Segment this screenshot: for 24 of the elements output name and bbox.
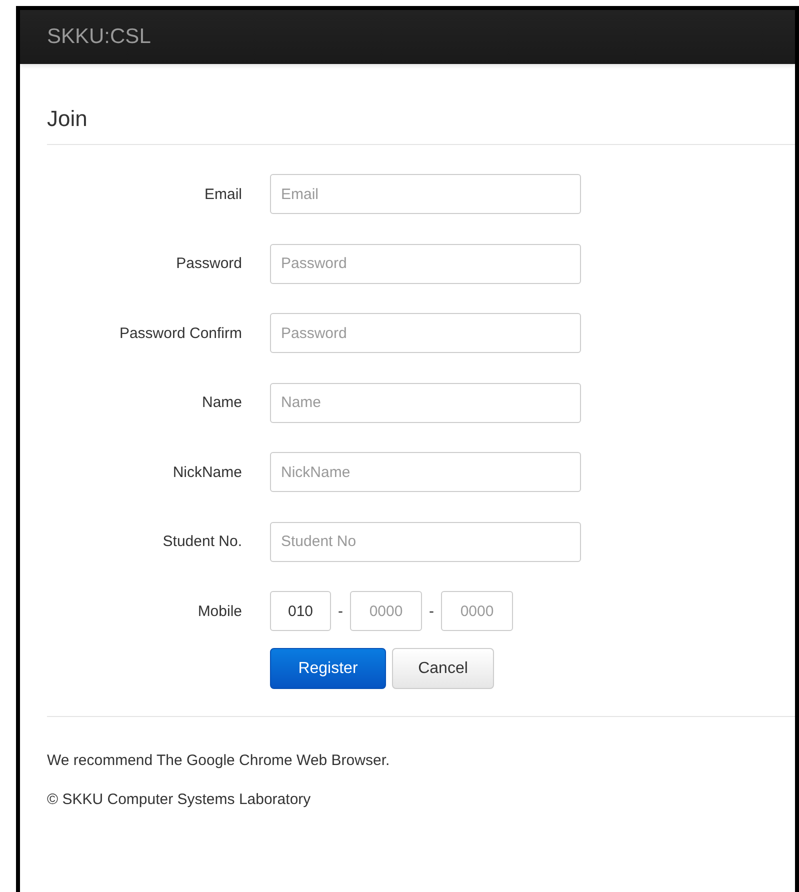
input-field[interactable]: Password <box>270 244 581 284</box>
footer-text: We recommend The Google Chrome Web Browser. <box>47 752 391 769</box>
separator: - <box>428 602 435 620</box>
input-field[interactable]: NickName <box>270 452 581 492</box>
field-label: NickName <box>172 464 243 480</box>
field-label: Password Confirm <box>118 324 243 342</box>
footer-text: © SKKU Computer Systems Laboratory <box>47 791 312 808</box>
separator: - <box>337 602 344 620</box>
input-field[interactable]: 0000 <box>350 591 422 631</box>
page-heading: Join <box>47 105 88 133</box>
cancel-button[interactable]: Cancel <box>392 648 494 689</box>
input-field[interactable]: 010 <box>270 591 331 631</box>
input-field[interactable]: Email <box>270 174 581 214</box>
field-label: Password <box>175 255 243 272</box>
field-label: Student No. <box>162 533 243 550</box>
input-field[interactable]: 0000 <box>441 591 513 631</box>
input-field[interactable]: Name <box>270 382 581 422</box>
field-label: Mobile <box>196 602 243 620</box>
brand-link[interactable]: SKKU:CSL <box>47 25 151 49</box>
input-field[interactable]: Password <box>270 313 581 353</box>
field-label: Email <box>203 186 243 202</box>
field-label: Name <box>200 394 243 411</box>
input-field[interactable]: Student No <box>270 522 581 562</box>
register-button[interactable]: Register <box>270 648 386 689</box>
